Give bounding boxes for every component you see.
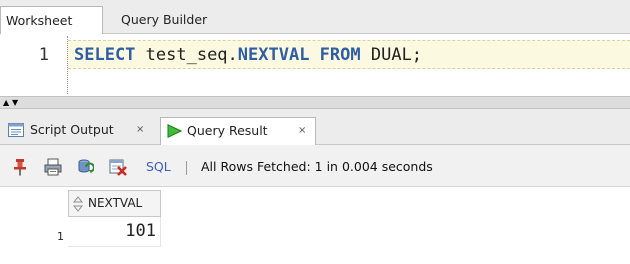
keyword-nextval: NEXTVAL xyxy=(237,45,310,65)
table-dual: DUAL; xyxy=(360,45,423,65)
script-output-icon xyxy=(8,123,24,137)
column-header-nextval[interactable]: NEXTVAL xyxy=(68,190,161,217)
script-output-label: Script Output xyxy=(30,122,114,137)
tab-query-result[interactable]: Query Result × xyxy=(160,117,316,145)
column-label: NEXTVAL xyxy=(88,196,143,210)
sort-icon[interactable] xyxy=(73,196,83,212)
pane-splitter[interactable]: ▲ ▼ xyxy=(0,96,630,109)
keyword-select: SELECT xyxy=(74,45,136,65)
editor-tab-bar: Worksheet Query Builder xyxy=(0,0,630,34)
pin-icon[interactable] xyxy=(11,158,29,176)
splitter-up-icon[interactable]: ▲ xyxy=(3,98,9,108)
table-cell[interactable]: 101 xyxy=(68,217,161,247)
line-number-gutter: 1 xyxy=(0,34,60,96)
toolbar-separator xyxy=(186,161,187,175)
close-query-result-icon[interactable]: × xyxy=(298,118,306,144)
row-number-header xyxy=(0,187,68,217)
sql-link[interactable]: SQL xyxy=(146,159,171,174)
close-script-output-icon[interactable]: × xyxy=(136,117,144,143)
sql-statement[interactable]: SELECT test_seq.NEXTVAL FROM DUAL; xyxy=(74,45,422,65)
fetch-status: All Rows Fetched: 1 in 0.004 seconds xyxy=(201,159,433,174)
grid-header-row: NEXTVAL xyxy=(0,187,630,217)
sql-editor[interactable]: 1 SELECT test_seq.NEXTVAL FROM DUAL; xyxy=(0,34,630,96)
row-number: 1 xyxy=(57,230,64,243)
tab-query-builder[interactable]: Query Builder xyxy=(113,6,215,34)
sequence-name: test_seq. xyxy=(135,45,238,65)
splitter-down-icon[interactable]: ▼ xyxy=(12,98,18,108)
cell-value: 101 xyxy=(125,221,156,241)
clear-icon[interactable] xyxy=(109,158,127,176)
run-query-icon xyxy=(167,124,182,138)
tab-worksheet[interactable]: Worksheet xyxy=(0,6,103,34)
current-line-highlight[interactable]: SELECT test_seq.NEXTVAL FROM DUAL; xyxy=(68,40,630,69)
refresh-icon[interactable] xyxy=(76,158,94,176)
result-tab-bar: Script Output × Query Result × xyxy=(0,109,630,145)
tab-script-output[interactable]: Script Output × xyxy=(4,117,158,145)
query-result-label: Query Result xyxy=(187,123,268,138)
keyword-from: FROM xyxy=(309,45,361,65)
result-toolbar: SQL All Rows Fetched: 1 in 0.004 seconds xyxy=(0,145,630,187)
line-number: 1 xyxy=(38,45,49,65)
print-icon[interactable] xyxy=(44,158,62,176)
results-grid: NEXTVAL 1 101 xyxy=(0,187,630,264)
